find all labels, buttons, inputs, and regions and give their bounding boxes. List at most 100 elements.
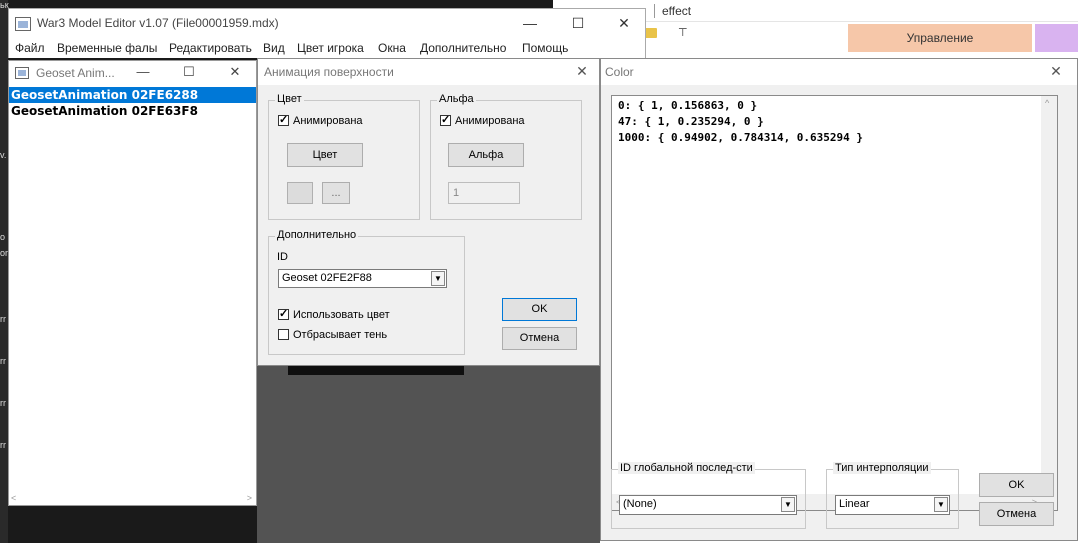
- breadcrumb-folder-name[interactable]: effect: [662, 4, 691, 18]
- desktop-glyph: ьк: [0, 0, 9, 10]
- color-browse-button[interactable]: ...: [322, 182, 350, 204]
- color-cancel-button[interactable]: Отмена: [979, 502, 1054, 526]
- desktop-glyph: rr: [0, 356, 6, 366]
- id-select[interactable]: Geoset 02FE2F88 ▼: [278, 269, 447, 288]
- color-window-titlebar[interactable]: Color ✕: [601, 59, 1077, 85]
- alpha-value-field[interactable]: 1: [448, 182, 520, 204]
- ribbon-tab-extra[interactable]: [1035, 24, 1078, 52]
- global-seq-group: ID глобальной послед-сти (None) ▼: [611, 462, 806, 529]
- color-window-title: Color: [605, 65, 634, 79]
- shadow-checkbox[interactable]: [278, 329, 289, 340]
- scroll-up-icon[interactable]: ^: [1045, 98, 1049, 108]
- keyframe-text-area[interactable]: 0: { 1, 0.156863, 0 } 47: { 1, 0.235294, …: [611, 95, 1058, 511]
- alpha-group-label: Альфа: [437, 93, 476, 105]
- geoset-animation-list: GeosetAnimation 02FE6288 GeosetAnimation…: [9, 87, 256, 119]
- cancel-button[interactable]: Отмена: [502, 327, 577, 350]
- keyframe-lines: 0: { 1, 0.156863, 0 } 47: { 1, 0.235294, …: [618, 98, 863, 146]
- menu-view[interactable]: Вид: [263, 41, 285, 55]
- color-button[interactable]: Цвет: [287, 143, 363, 167]
- list-item[interactable]: GeosetAnimation 02FE6288: [9, 87, 256, 103]
- menu-edit[interactable]: Редактировать: [169, 41, 252, 55]
- keyframe-line: 0: { 1, 0.156863, 0 }: [618, 99, 758, 112]
- id-select-value: Geoset 02FE2F88: [282, 272, 372, 284]
- color-animated-checkbox-row[interactable]: Анимирована: [278, 113, 363, 127]
- color-ok-button[interactable]: OK: [979, 473, 1054, 497]
- scroll-right-icon[interactable]: >: [247, 493, 252, 503]
- interpolation-label: Тип интерполяции: [833, 462, 931, 474]
- scroll-left-icon[interactable]: <: [11, 493, 16, 503]
- geoset-window-title: Geoset Anim...: [36, 66, 115, 80]
- desktop-glyph: rr: [0, 314, 6, 324]
- keyframe-line: 47: { 1, 0.235294, 0 }: [618, 115, 764, 128]
- list-item[interactable]: GeosetAnimation 02FE63F8: [9, 103, 256, 119]
- dialog-close-button[interactable]: ✕: [565, 59, 599, 85]
- interpolation-select[interactable]: Linear ▼: [835, 495, 950, 515]
- menu-file[interactable]: Файл: [15, 41, 45, 55]
- desktop-glyph: rr: [0, 398, 6, 408]
- menu-help[interactable]: Помощь: [522, 41, 568, 55]
- color-window-close-button[interactable]: ✕: [1039, 59, 1073, 85]
- desktop-glyph: v.: [0, 150, 7, 160]
- use-color-checkbox[interactable]: [278, 307, 289, 320]
- color-animated-checkbox[interactable]: [278, 113, 289, 126]
- pin-icon[interactable]: ⊤: [678, 26, 688, 39]
- color-group-label: Цвет: [275, 93, 304, 105]
- chevron-down-icon[interactable]: ▼: [781, 497, 795, 512]
- app-icon: [15, 17, 31, 31]
- geoset-animations-window: Geoset Anim... — ☐ ✕ GeosetAnimation 02F…: [8, 60, 257, 506]
- alpha-group: Альфа Анимирована Альфа 1: [430, 93, 582, 220]
- desktop-glyph: rr: [0, 440, 6, 450]
- mdi-client-area: [257, 365, 600, 543]
- close-button[interactable]: ✕: [601, 9, 647, 39]
- geoset-animation-dialog: Анимация поверхности ✕ Цвет Анимирована …: [257, 58, 600, 366]
- maximize-button[interactable]: ☐: [555, 9, 601, 39]
- menu-team-color[interactable]: Цвет игрока: [297, 41, 364, 55]
- ok-button[interactable]: OK: [502, 298, 577, 321]
- global-seq-select[interactable]: (None) ▼: [619, 495, 797, 515]
- main-window-title: War3 Model Editor v1.07 (File00001959.md…: [37, 16, 279, 30]
- geoset-window-titlebar[interactable]: Geoset Anim... — ☐ ✕: [9, 61, 256, 85]
- global-seq-value: (None): [623, 498, 657, 510]
- shadow-checkbox-row[interactable]: Отбрасывает тень: [278, 329, 387, 341]
- minimize-button[interactable]: —: [507, 9, 553, 39]
- extra-group-label: Дополнительно: [275, 229, 359, 241]
- color-animated-label: Анимирована: [293, 115, 363, 127]
- interpolation-group: Тип интерполяции Linear ▼: [826, 462, 959, 529]
- mdi-shadow: [288, 365, 464, 375]
- ribbon-tab-manage[interactable]: Управление: [848, 24, 1032, 52]
- shadow-label: Отбрасывает тень: [293, 329, 388, 341]
- desktop-strip: ьк v. o or rr rr rr rr: [0, 0, 9, 543]
- menu-bar: Файл Временные фалы Редактировать Вид Цв…: [8, 38, 646, 58]
- alpha-animated-checkbox[interactable]: [440, 113, 451, 126]
- dialog-title: Анимация поверхности: [264, 65, 394, 79]
- geoset-maximize-button[interactable]: ☐: [166, 61, 212, 85]
- chevron-down-icon[interactable]: ▼: [934, 497, 948, 512]
- geoset-minimize-button[interactable]: —: [120, 61, 166, 85]
- color-swatch[interactable]: [287, 182, 313, 204]
- menu-temp-files[interactable]: Временные фалы: [57, 41, 157, 55]
- menu-windows[interactable]: Окна: [378, 41, 406, 55]
- color-group: Цвет Анимирована Цвет ...: [268, 93, 420, 220]
- id-label: ID: [277, 251, 288, 263]
- keyframe-line: 1000: { 0.94902, 0.784314, 0.635294 }: [618, 131, 864, 144]
- menu-extra[interactable]: Дополнительно: [420, 41, 506, 55]
- chevron-down-icon[interactable]: ▼: [431, 271, 445, 286]
- interpolation-value: Linear: [839, 498, 870, 510]
- vertical-scrollbar[interactable]: ^ v: [1041, 96, 1057, 510]
- desktop-glyph: or: [0, 248, 9, 258]
- global-seq-label: ID глобальной послед-сти: [618, 462, 755, 474]
- color-window: Color ✕ 0: { 1, 0.156863, 0 } 47: { 1, 0.…: [600, 58, 1078, 541]
- desktop-glyph: o: [0, 232, 6, 242]
- breadcrumb-separator: [654, 4, 655, 18]
- alpha-animated-label: Анимирована: [455, 115, 525, 127]
- use-color-checkbox-row[interactable]: Использовать цвет: [278, 307, 390, 321]
- use-color-label: Использовать цвет: [293, 309, 390, 321]
- geoset-close-button[interactable]: ✕: [212, 61, 258, 85]
- main-window-titlebar[interactable]: War3 Model Editor v1.07 (File00001959.md…: [8, 8, 646, 38]
- alpha-animated-checkbox-row[interactable]: Анимирована: [440, 113, 525, 127]
- extra-group: Дополнительно ID Geoset 02FE2F88 ▼ Испол…: [268, 229, 465, 355]
- horizontal-scrollbar[interactable]: < >: [9, 491, 256, 505]
- alpha-button[interactable]: Альфа: [448, 143, 524, 167]
- dialog-titlebar[interactable]: Анимация поверхности ✕: [258, 59, 599, 85]
- window-icon: [15, 67, 29, 79]
